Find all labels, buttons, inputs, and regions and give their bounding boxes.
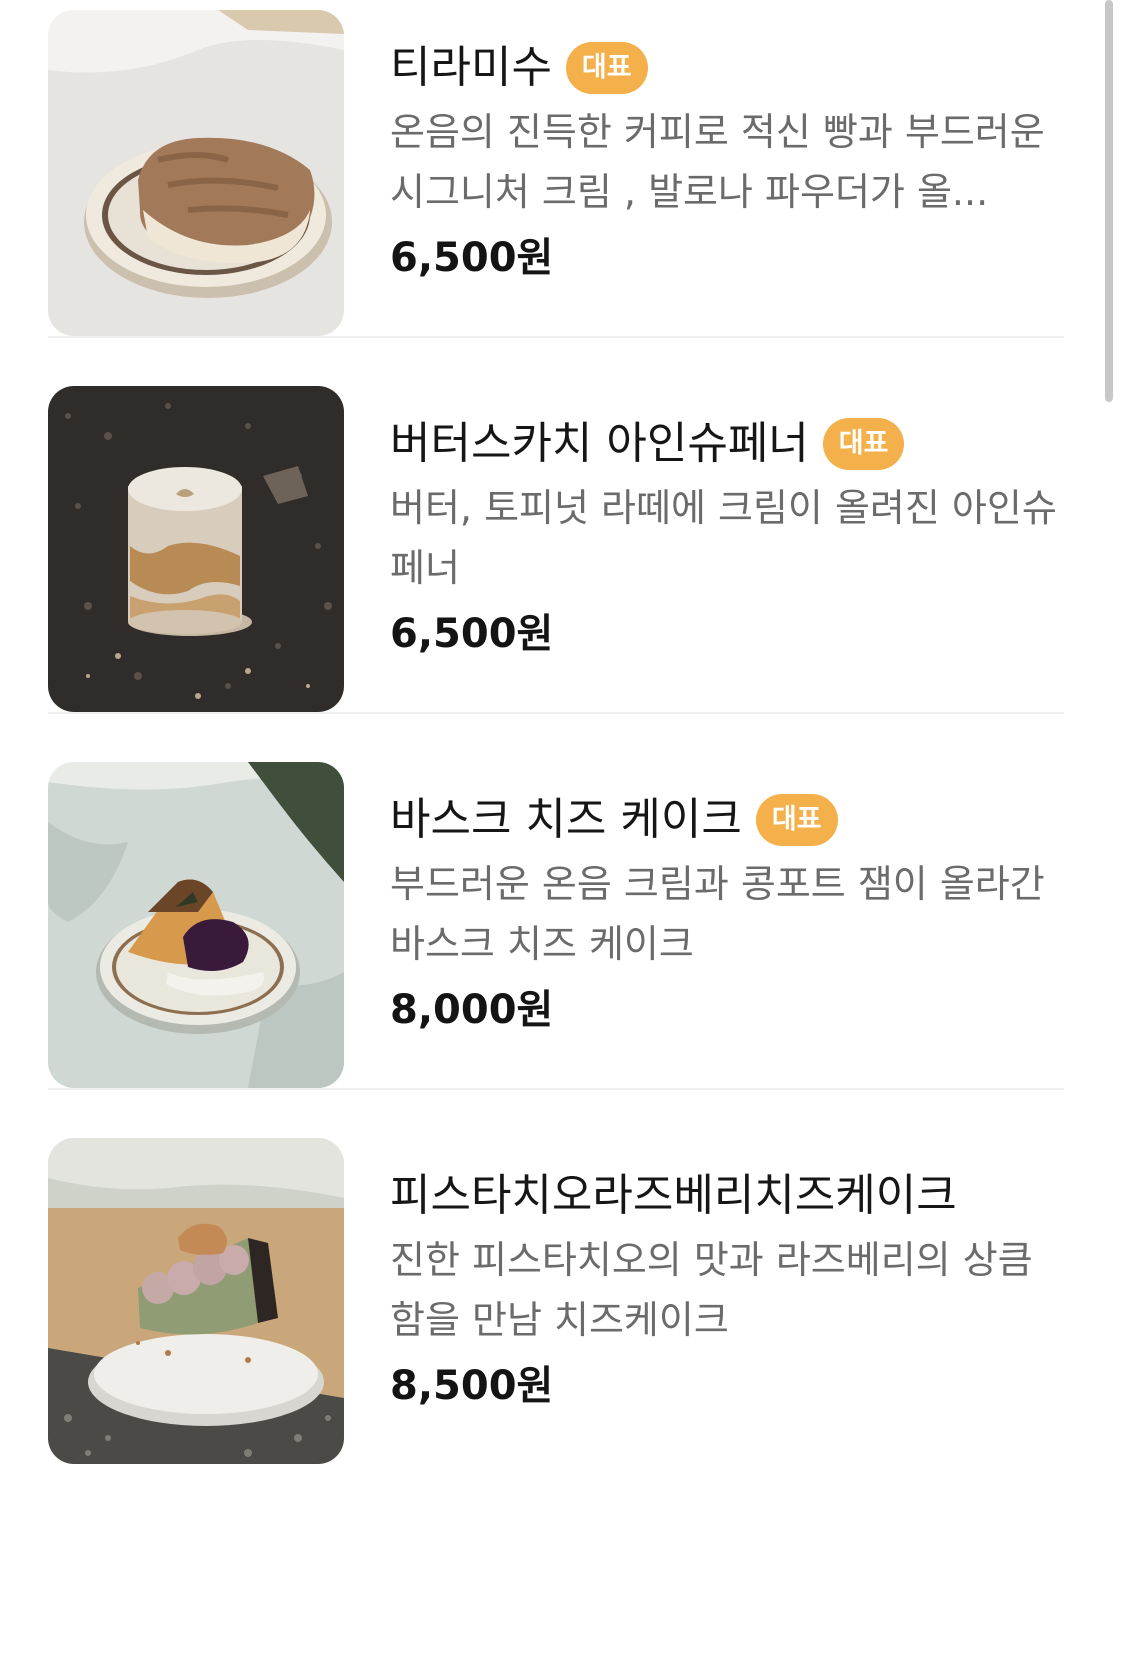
title-row: 피스타치오라즈베리치즈케이크 [390, 1166, 1064, 1226]
title-row: 바스크 치즈 케이크 대표 [390, 790, 1064, 850]
menu-item-pistachio-cheesecake[interactable]: 피스타치오라즈베리치즈케이크 진한 피스타치오의 맛과 라즈베리의 상큼함을 만… [48, 1138, 1064, 1464]
menu-item-description: 부드러운 온음 크림과 콩포트 잼이 올라간 바스크 치즈 케이크 [390, 862, 1045, 966]
menu-list: 티라미수 대표 온음의 진득한 커피로 적신 빵과 부드러운 시그니처 크림 ,… [48, 10, 1064, 1512]
menu-item-description: 버터, 토피넛 라떼에 크림이 올려진 아인슈페너 [390, 486, 1057, 590]
pistachio-cheesecake-photo[interactable] [48, 1138, 344, 1464]
signature-badge: 대표 [755, 794, 838, 846]
menu-item-description: 온음의 진득한 커피로 적신 빵과 부드러운 시그니처 크림 , 발로나 파우더… [390, 110, 1045, 214]
einspanner-photo[interactable] [48, 386, 344, 712]
menu-item-info: 버터스카치 아인슈페너 대표 버터, 토피넛 라떼에 크림이 올려진 아인슈페너… [390, 414, 1064, 660]
menu-item-tiramisu[interactable]: 티라미수 대표 온음의 진득한 커피로 적신 빵과 부드러운 시그니처 크림 ,… [48, 10, 1064, 338]
menu-item-info: 피스타치오라즈베리치즈케이크 진한 피스타치오의 맛과 라즈베리의 상큼함을 만… [390, 1166, 1064, 1412]
menu-item-price: 8,000원 [390, 987, 554, 1033]
menu-item-description: 진한 피스타치오의 맛과 라즈베리의 상큼함을 만남 치즈케이크 [390, 1238, 1033, 1342]
signature-badge: 대표 [565, 42, 648, 94]
tiramisu-photo[interactable] [48, 10, 344, 336]
title-row: 티라미수 대표 [390, 38, 1064, 98]
menu-item-info: 바스크 치즈 케이크 대표 부드러운 온음 크림과 콩포트 잼이 올라간 바스크… [390, 790, 1064, 1036]
menu-item-name: 피스타치오라즈베리치즈케이크 [390, 1170, 957, 1221]
menu-item-name: 바스크 치즈 케이크 [390, 794, 742, 845]
tiramisu-photo-image [48, 10, 344, 336]
einspanner-photo-image [48, 386, 344, 712]
signature-badge: 대표 [822, 418, 905, 470]
basque-cheesecake-photo[interactable] [48, 762, 344, 1088]
menu-item-name: 버터스카치 아인슈페너 [390, 418, 809, 469]
menu-item-info: 티라미수 대표 온음의 진득한 커피로 적신 빵과 부드러운 시그니처 크림 ,… [390, 38, 1064, 284]
menu-item-price: 8,500원 [390, 1363, 554, 1409]
menu-item-basque-cheesecake[interactable]: 바스크 치즈 케이크 대표 부드러운 온음 크림과 콩포트 잼이 올라간 바스크… [48, 762, 1064, 1090]
title-row: 버터스카치 아인슈페너 대표 [390, 414, 1064, 474]
scrollbar[interactable] [1105, 0, 1113, 402]
menu-item-name: 티라미수 [390, 42, 552, 93]
menu-item-price: 6,500원 [390, 235, 554, 281]
basque-cheesecake-photo-image [48, 762, 344, 1088]
menu-item-butterscotch-einspanner[interactable]: 버터스카치 아인슈페너 대표 버터, 토피넛 라떼에 크림이 올려진 아인슈페너… [48, 386, 1064, 714]
menu-item-price: 6,500원 [390, 611, 554, 657]
pistachio-cheesecake-photo-image [48, 1138, 344, 1464]
